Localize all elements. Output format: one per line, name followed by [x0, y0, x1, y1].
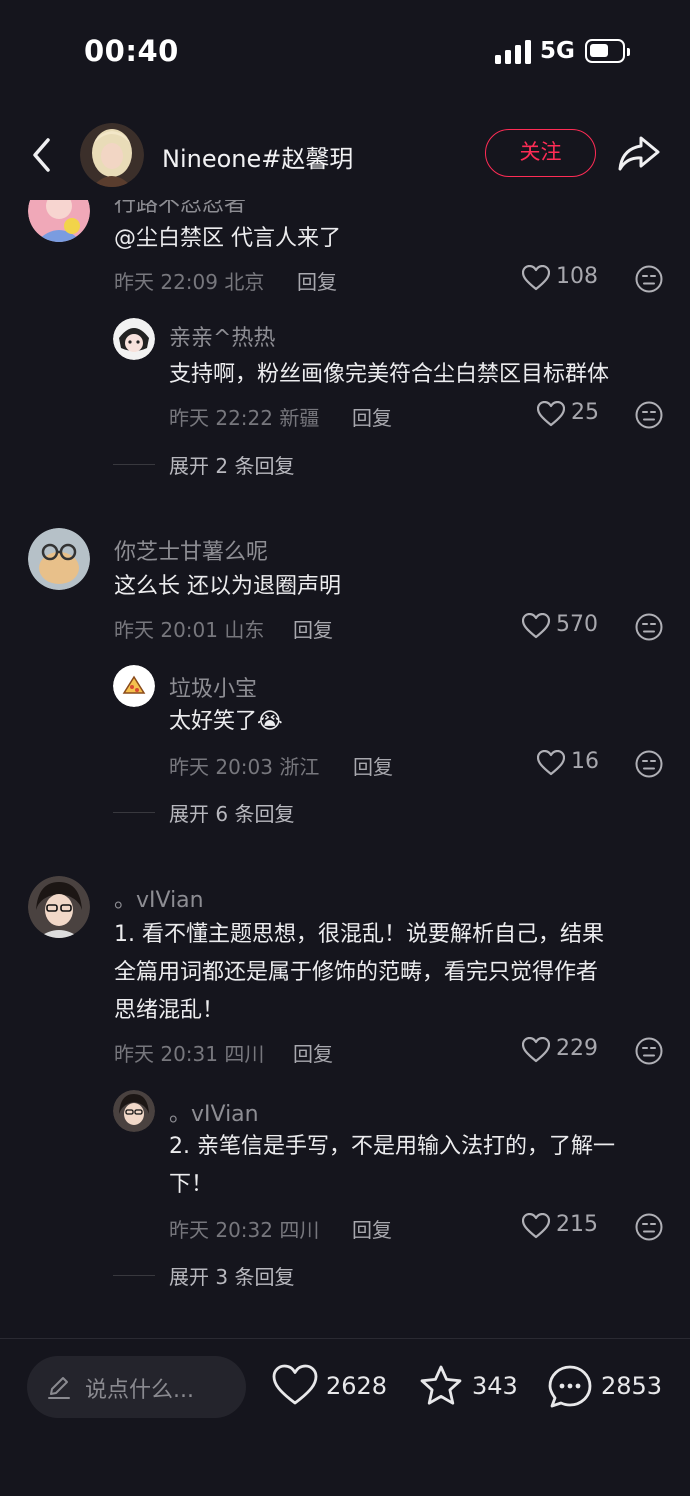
heart-icon: [537, 750, 565, 776]
comment-text: @尘白禁区 代言人来了: [114, 226, 341, 251]
heart-icon: [272, 1364, 318, 1405]
comment-meta: 昨天 20:01 山东: [114, 618, 265, 642]
like-count: 108: [556, 264, 598, 289]
divider: [0, 1338, 690, 1339]
favorite-total: 343: [472, 1372, 518, 1400]
signal-icon: [495, 40, 531, 64]
dislike-icon[interactable]: [634, 400, 664, 430]
like-count: 229: [556, 1036, 598, 1061]
reply-link[interactable]: 回复: [293, 1038, 333, 1067]
avatar[interactable]: [28, 528, 90, 590]
status-bar: 00:40 5G: [0, 0, 690, 100]
comment-nickname[interactable]: 。vIVian: [114, 882, 204, 914]
reply-link[interactable]: 回复: [352, 1214, 392, 1243]
like-button[interactable]: 570: [522, 610, 602, 646]
pencil-icon: [48, 1377, 70, 1399]
like-count: 16: [571, 749, 599, 774]
expand-label: 展开 6 条回复: [169, 802, 295, 826]
heart-icon: [522, 265, 550, 291]
star-icon: [420, 1365, 462, 1405]
avatar[interactable]: [113, 665, 155, 707]
comment-text: 太好笑了😭: [169, 709, 283, 734]
like-button[interactable]: 229: [522, 1034, 602, 1070]
reply-item: 。vIVian 2. 亲笔信是手写，不是用输入法打的，了解一 下！ 昨天 20:…: [0, 1090, 690, 1250]
reply-link[interactable]: 回复: [353, 751, 393, 780]
heart-icon: [522, 613, 550, 639]
like-button[interactable]: 25: [537, 398, 607, 434]
comment-meta: 昨天 20:31 四川: [114, 1042, 265, 1066]
heart-icon: [522, 1213, 550, 1239]
input-placeholder: 说点什么...: [85, 1378, 194, 1403]
expand-replies[interactable]: 展开 3 条回复: [113, 1261, 333, 1291]
like-total: 2628: [326, 1372, 388, 1400]
header: Nineone#赵馨玥 关注: [0, 115, 690, 195]
comment-item: 你芝士甘薯么呢 这么长 还以为退圈声明 昨天 20:01 山东 回复 570: [0, 528, 690, 658]
like-count: 215: [556, 1212, 598, 1237]
expand-label: 展开 2 条回复: [169, 454, 295, 478]
follow-button[interactable]: 关注: [485, 129, 596, 177]
comment-nickname[interactable]: 亲亲^热热: [169, 320, 275, 352]
comment-text-line: 思绪混乱！: [114, 998, 225, 1023]
chevron-left-icon[interactable]: [26, 135, 62, 175]
expand-replies[interactable]: 展开 2 条回复: [113, 450, 333, 480]
avatar[interactable]: [28, 876, 90, 938]
crying-face-emoji: 😭: [257, 709, 283, 734]
comment-nickname[interactable]: 你芝士甘薯么呢: [114, 534, 268, 566]
comment-nickname[interactable]: 。vIVian: [169, 1096, 259, 1128]
expand-replies[interactable]: 展开 6 条回复: [113, 798, 333, 828]
comment-text-line: 1. 看不懂主题思想，很混乱！说要解析自己，结果: [114, 922, 604, 947]
comment-input[interactable]: 说点什么...: [27, 1356, 246, 1418]
comment-meta: 昨天 20:03 浙江: [169, 755, 320, 779]
heart-icon: [537, 401, 565, 427]
like-button[interactable]: 108: [522, 262, 602, 298]
comment-item: 。vIVian 1. 看不懂主题思想，很混乱！说要解析自己，结果 全篇用词都还是…: [0, 876, 690, 1076]
share-arrow-icon[interactable]: [616, 133, 662, 175]
like-button[interactable]: 16: [537, 747, 607, 783]
divider: [113, 1275, 155, 1276]
reply-item: 亲亲^热热 支持啊，粉丝画像完美符合尘白禁区目标群体 昨天 22:22 新疆 回…: [0, 318, 690, 438]
like-total-button[interactable]: 2628: [272, 1362, 392, 1412]
avatar[interactable]: [113, 318, 155, 360]
like-count: 25: [571, 400, 599, 425]
dislike-icon[interactable]: [634, 749, 664, 779]
network-type: 5G: [540, 38, 575, 64]
comment-meta: 昨天 22:09 北京: [114, 270, 265, 294]
favorite-button[interactable]: 343: [418, 1362, 528, 1412]
reply-item: 垃圾小宝 太好笑了😭 昨天 20:03 浙江 回复 16: [0, 665, 690, 785]
comment-total: 2853: [601, 1372, 663, 1400]
comment-nickname[interactable]: 行路不忍忍者: [114, 200, 246, 218]
expand-label: 展开 3 条回复: [169, 1265, 295, 1289]
profile-name: Nineone#赵馨玥: [162, 145, 354, 173]
dislike-icon[interactable]: [634, 1212, 664, 1242]
dislike-icon[interactable]: [634, 612, 664, 642]
divider: [113, 464, 155, 465]
comment-meta: 昨天 20:32 四川: [169, 1218, 320, 1242]
reply-link[interactable]: 回复: [297, 266, 337, 295]
status-time: 00:40: [84, 34, 179, 68]
like-count: 570: [556, 612, 598, 637]
comment-text: 支持啊，粉丝画像完美符合尘白禁区目标群体: [169, 362, 610, 387]
heart-icon: [522, 1037, 550, 1063]
avatar[interactable]: [28, 200, 90, 242]
comment-text-line: 下！: [169, 1172, 214, 1197]
comment-nickname[interactable]: 垃圾小宝: [169, 671, 257, 703]
dislike-icon[interactable]: [634, 264, 664, 294]
battery-icon: [585, 39, 630, 63]
avatar[interactable]: [113, 1090, 155, 1132]
comment-text-line: 2. 亲笔信是手写，不是用输入法打的，了解一: [169, 1134, 615, 1159]
reply-link[interactable]: 回复: [352, 402, 392, 431]
reply-link[interactable]: 回复: [293, 614, 333, 643]
comment-total-button[interactable]: 2853: [547, 1362, 667, 1412]
chat-bubble-icon: [548, 1365, 592, 1408]
dislike-icon[interactable]: [634, 1036, 664, 1066]
comment-text-line: 全篇用词都还是属于修饰的范畴，看完只觉得作者: [114, 960, 599, 985]
comment-meta: 昨天 22:22 新疆: [169, 406, 320, 430]
comment-text: 这么长 还以为退圈声明: [114, 574, 341, 599]
like-button[interactable]: 215: [522, 1210, 602, 1246]
comment-list[interactable]: 行路不忍忍者 @尘白禁区 代言人来了 昨天 22:09 北京 回复 108 亲亲…: [0, 200, 690, 1336]
profile-avatar[interactable]: [80, 123, 144, 187]
divider: [113, 812, 155, 813]
